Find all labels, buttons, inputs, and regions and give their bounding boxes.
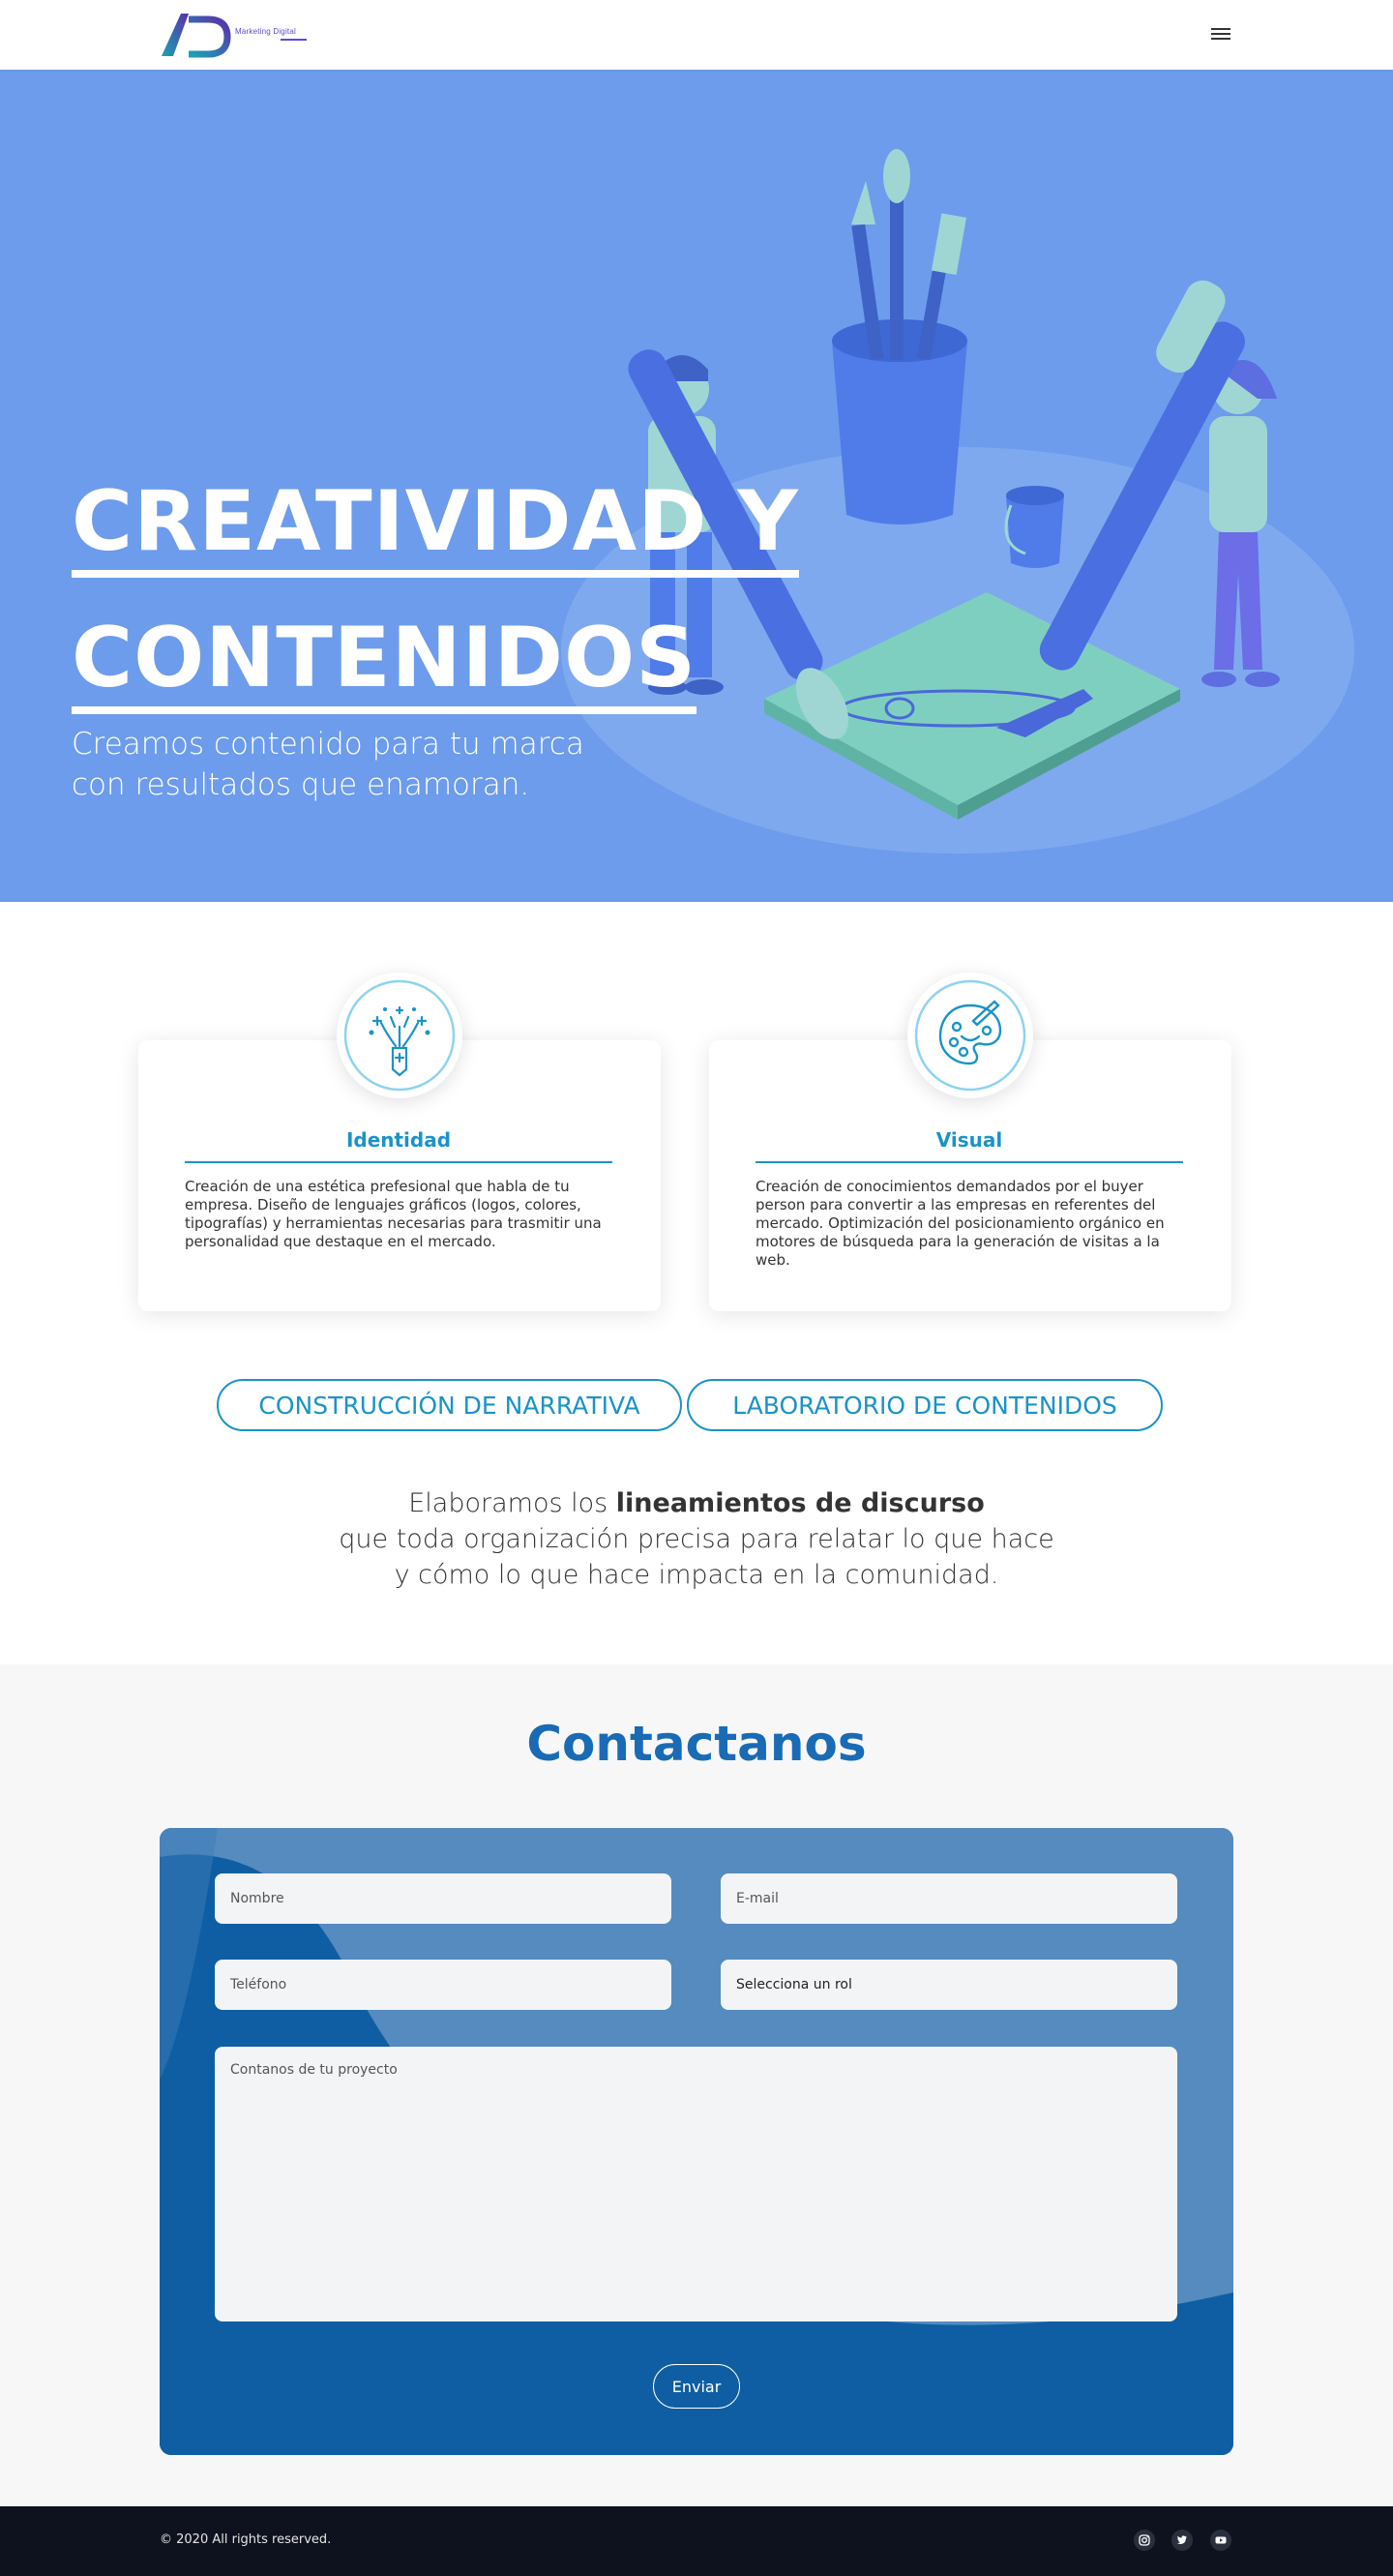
twitter-link[interactable] [1171,2530,1193,2551]
hamburger-icon [1211,28,1230,30]
hero-title-line-1: CREATIVIDAD Y [72,473,799,578]
instagram-icon [1139,2534,1150,2546]
card-description: Creación de una estética prefesional que… [185,1178,602,1250]
nombre-field[interactable] [215,1873,671,1924]
service-card-visual: Visual Creación de conocimientos demanda… [709,973,1231,1311]
telefono-field[interactable] [215,1960,671,2010]
card-title: Visual [756,1128,1183,1163]
email-field[interactable] [721,1873,1177,1924]
narrativa-button[interactable]: CONSTRUCCIÓN DE NARRATIVA [217,1379,682,1431]
contact-section: Contactanos Selecciona un rol Enviar [0,1664,1393,2506]
youtube-icon [1215,2536,1227,2544]
hero-title-line-2: CONTENIDOS [72,610,697,714]
brand-logo[interactable]: Marketing Digital [160,10,314,60]
card-title: Identidad [185,1128,612,1163]
contact-form: Selecciona un rol Enviar [160,1828,1233,2455]
hero-title: CREATIVIDAD Y CONTENIDOS [72,461,799,734]
copyright-text: © 2020 All rights reserved. [160,2532,332,2547]
contact-title: Contactanos [526,1716,867,1772]
enviar-button[interactable]: Enviar [653,2364,740,2409]
site-header: Marketing Digital [0,0,1393,70]
mensaje-field[interactable] [215,2047,1177,2321]
logo-subtitle: Marketing Digital [235,27,296,36]
discurso-statement: Elaboramos los lineamientos de discurso … [339,1488,1054,1590]
rol-select[interactable]: Selecciona un rol [721,1960,1177,2010]
fireworks-pencil-icon [337,973,462,1098]
service-card-identidad: Identidad Creación de una estética prefe… [138,973,661,1311]
palette-icon [907,973,1033,1098]
hamburger-menu-button[interactable] [1209,25,1232,45]
card-description: Creación de conocimientos demandados por… [756,1178,1165,1269]
site-footer: © 2020 All rights reserved. [0,2506,1393,2576]
hero-subtitle: Creamos contenido para tu marca con resu… [72,727,584,802]
hero-section: CREATIVIDAD Y CONTENIDOS Creamos conteni… [0,70,1393,902]
logo-underline [281,39,307,41]
logo-mark [162,14,231,58]
instagram-link[interactable] [1134,2530,1155,2551]
youtube-link[interactable] [1210,2530,1231,2551]
laboratorio-button[interactable]: LABORATORIO DE CONTENIDOS [687,1379,1163,1431]
twitter-icon [1176,2535,1187,2544]
